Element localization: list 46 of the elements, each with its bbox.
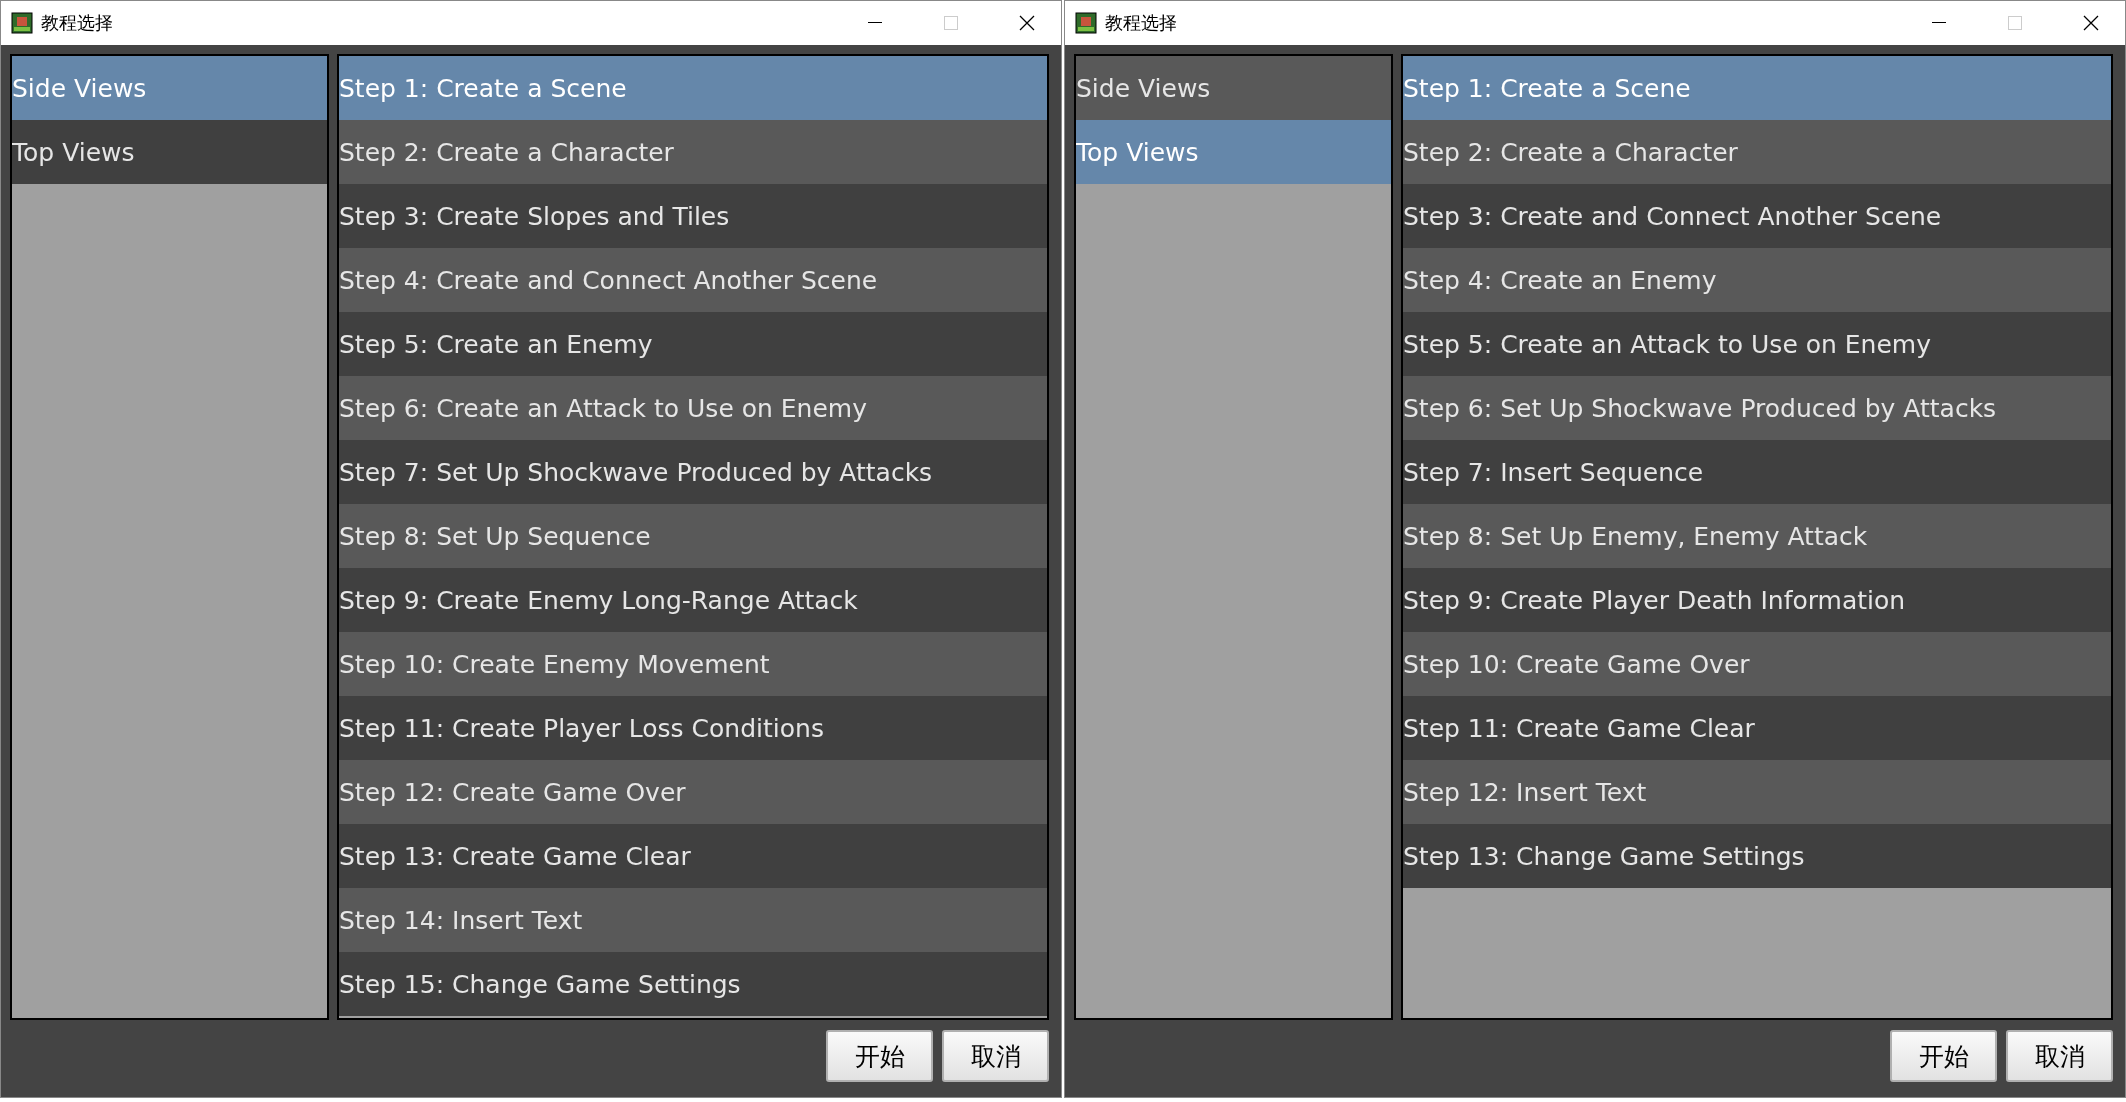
step-item[interactable]: Step 13: Create Game Clear xyxy=(339,824,1047,888)
category-item[interactable]: Side Views xyxy=(12,56,327,120)
step-item[interactable]: Step 12: Create Game Over xyxy=(339,760,1047,824)
step-item[interactable]: Step 12: Insert Text xyxy=(1403,760,2111,824)
step-item[interactable]: Step 6: Set Up Shockwave Produced by Attacks xyxy=(1403,376,2111,440)
step-item[interactable]: Step 4: Create an Enemy xyxy=(1403,248,2111,312)
app-icon xyxy=(11,12,33,34)
category-item[interactable]: Top Views xyxy=(1076,120,1391,184)
step-item[interactable]: Step 6: Create an Attack to Use on Enemy xyxy=(339,376,1047,440)
step-item[interactable]: Step 3: Create and Connect Another Scene xyxy=(1403,184,2111,248)
step-item[interactable]: Step 2: Create a Character xyxy=(1403,120,2111,184)
step-item[interactable]: Step 10: Create Enemy Movement xyxy=(339,632,1047,696)
step-item[interactable]: Step 8: Set Up Enemy, Enemy Attack xyxy=(1403,504,2111,568)
step-item[interactable]: Step 1: Create a Scene xyxy=(339,56,1047,120)
step-item[interactable]: Step 2: Create a Character xyxy=(339,120,1047,184)
step-item[interactable]: Step 10: Create Game Over xyxy=(1403,632,2111,696)
step-item[interactable]: Step 11: Create Player Loss Conditions xyxy=(339,696,1047,760)
step-item[interactable]: Step 7: Insert Sequence xyxy=(1403,440,2111,504)
window-title: 教程选择 xyxy=(1105,11,1178,35)
category-item[interactable]: Top Views xyxy=(12,120,327,184)
step-item[interactable]: Step 8: Set Up Sequence xyxy=(339,504,1047,568)
start-button[interactable]: 开始 xyxy=(1890,1030,1997,1082)
step-item[interactable]: Step 9: Create Enemy Long-Range Attack xyxy=(339,568,1047,632)
maximize-icon xyxy=(944,16,958,30)
step-item[interactable]: Step 1: Create a Scene xyxy=(1403,56,2111,120)
step-item[interactable]: Step 7: Set Up Shockwave Produced by Attacks xyxy=(339,440,1047,504)
category-item[interactable]: Side Views xyxy=(1076,56,1391,120)
step-item[interactable]: Step 4: Create and Connect Another Scene xyxy=(339,248,1047,312)
close-icon xyxy=(1019,15,1035,31)
step-item[interactable]: Step 11: Create Game Clear xyxy=(1403,696,2111,760)
cancel-button[interactable]: 取消 xyxy=(2006,1030,2113,1082)
maximize-icon xyxy=(2008,16,2022,30)
close-icon xyxy=(2083,15,2099,31)
minimize-icon xyxy=(868,22,882,24)
app-icon xyxy=(1075,12,1097,34)
minimize-icon xyxy=(1932,22,1946,24)
step-item[interactable]: Step 9: Create Player Death Information xyxy=(1403,568,2111,632)
step-item[interactable]: Step 13: Change Game Settings xyxy=(1403,824,2111,888)
cancel-button[interactable]: 取消 xyxy=(942,1030,1049,1082)
step-item[interactable]: Step 5: Create an Enemy xyxy=(339,312,1047,376)
step-item[interactable]: Step 3: Create Slopes and Tiles xyxy=(339,184,1047,248)
start-button[interactable]: 开始 xyxy=(826,1030,933,1082)
step-item[interactable]: Step 15: Change Game Settings xyxy=(339,952,1047,1016)
window-title: 教程选择 xyxy=(41,11,114,35)
step-item[interactable]: Step 14: Insert Text xyxy=(339,888,1047,952)
step-item[interactable]: Step 5: Create an Attack to Use on Enemy xyxy=(1403,312,2111,376)
